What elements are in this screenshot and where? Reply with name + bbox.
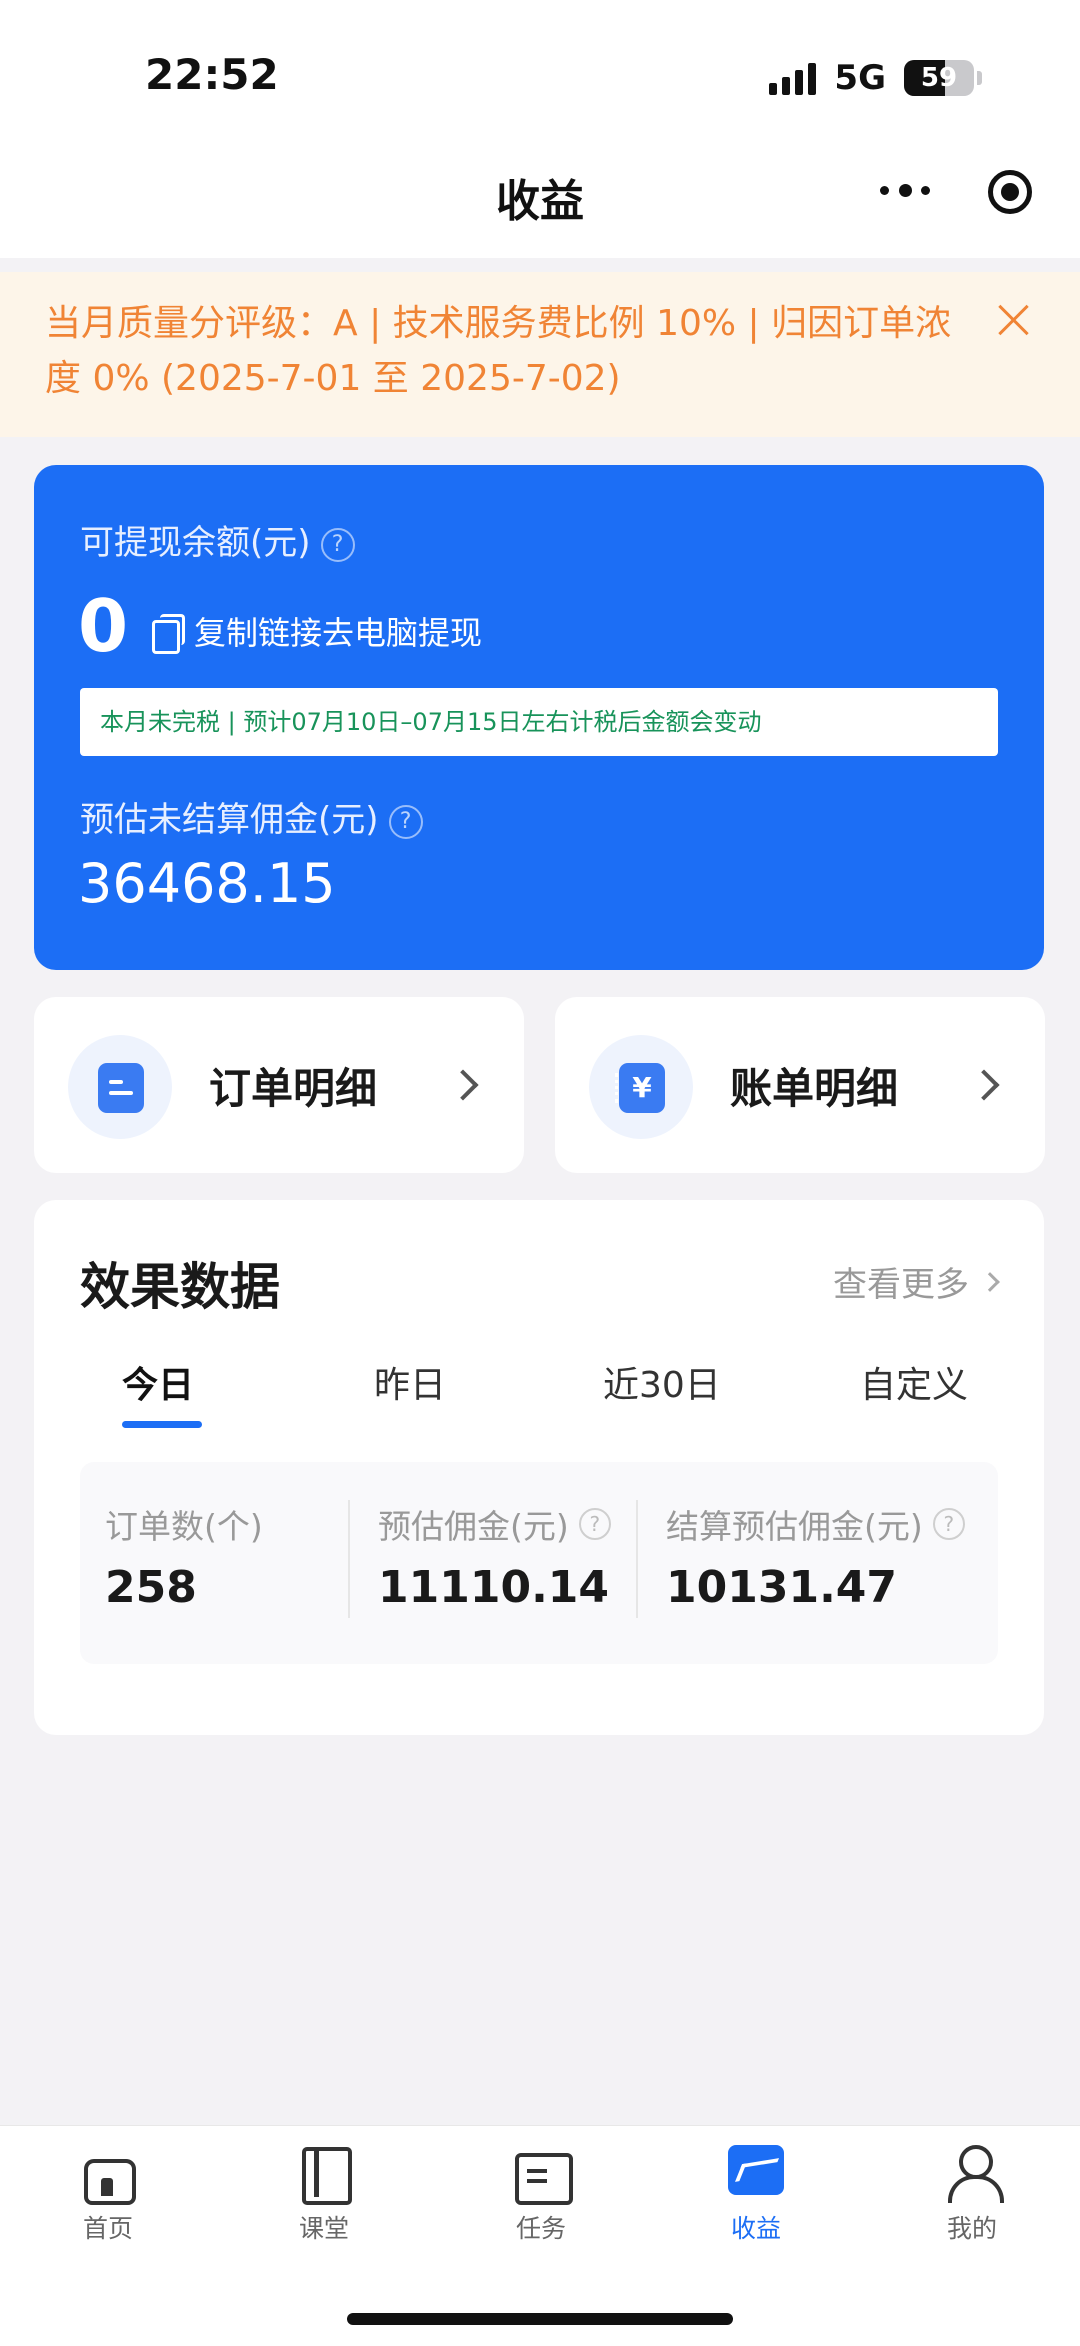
active-tab-indicator — [122, 1421, 202, 1428]
tabbar-item-earnings[interactable]: 收益 — [696, 2145, 816, 2245]
tab-yesterday[interactable]: 昨日 — [374, 1356, 446, 1408]
stat-orders-label: 订单数(个) — [105, 1500, 263, 1548]
order-details-card[interactable]: 订单明细 — [34, 997, 524, 1173]
tabbar-item-profile[interactable]: 我的 — [912, 2145, 1032, 2245]
copy-link-text: 复制链接去电脑提现 — [194, 614, 483, 652]
stat-settled-commission-label-text: 结算预估佣金(元) — [666, 1507, 923, 1546]
withdrawable-label-text: 可提现余额(元) — [80, 523, 311, 563]
order-list-icon — [98, 1063, 144, 1113]
stat-est-commission-label: 预估佣金(元)? — [378, 1500, 611, 1548]
tabbar-item-tasks[interactable]: 任务 — [481, 2145, 601, 2245]
chevron-right-icon — [980, 1271, 1000, 1292]
notice-text: 当月质量分评级：A | 技术服务费比例 10% | 归因订单浓度 0% (202… — [45, 303, 952, 399]
tabbar-label: 课堂 — [298, 2214, 349, 2243]
stat-divider — [636, 1500, 638, 1618]
see-more-text: 查看更多 — [833, 1265, 969, 1305]
copy-icon — [152, 614, 185, 654]
stat-est-commission-label-text: 预估佣金(元) — [378, 1507, 569, 1546]
tabbar-label: 任务 — [515, 2214, 566, 2243]
help-icon[interactable]: ? — [932, 1508, 965, 1540]
status-time: 22:52 — [145, 50, 279, 99]
withdrawable-value: 0 — [78, 584, 129, 668]
task-icon — [513, 2145, 573, 2205]
target-icon[interactable] — [988, 170, 1032, 214]
stat-orders-value: 258 — [105, 1562, 197, 1613]
copy-link-button[interactable]: 复制链接去电脑提现 — [152, 608, 482, 654]
tabbar-label: 收益 — [730, 2214, 781, 2243]
estimated-commission-label: 预估未结算佣金(元)? — [80, 792, 423, 841]
home-icon — [80, 2145, 136, 2205]
stat-est-commission-value: 11110.14 — [378, 1562, 610, 1613]
help-icon[interactable]: ? — [388, 804, 423, 839]
tabbar-item-home[interactable]: 首页 — [48, 2145, 168, 2245]
stat-settled-commission-value: 10131.47 — [666, 1562, 898, 1613]
stat-divider — [348, 1500, 350, 1618]
close-icon[interactable] — [993, 300, 1033, 340]
earnings-icon — [728, 2145, 784, 2199]
see-more-link[interactable]: 查看更多 — [833, 1257, 1000, 1306]
order-details-label: 订单明细 — [209, 1064, 378, 1113]
tab-last-30-days[interactable]: 近30日 — [603, 1356, 721, 1408]
signal-icon — [769, 61, 817, 95]
tax-note: 本月未完税 | 预计07月10日–07月15日左右计税后金额会变动 — [80, 688, 998, 756]
help-icon[interactable]: ? — [320, 527, 355, 562]
more-dots-icon[interactable] — [880, 180, 930, 200]
withdrawable-label: 可提现余额(元)? — [80, 515, 355, 564]
tab-custom[interactable]: 自定义 — [860, 1356, 968, 1408]
bill-icon: ¥ — [615, 1063, 665, 1113]
bill-details-label: 账单明细 — [730, 1064, 899, 1113]
help-icon[interactable]: ? — [578, 1508, 611, 1540]
effect-data-title: 效果数据 — [80, 1258, 280, 1316]
network-type: 5G — [834, 58, 886, 98]
battery-icon: 59 — [904, 60, 974, 96]
status-indicators: 5G 59 — [769, 58, 982, 98]
bill-details-card[interactable]: ¥ 账单明细 — [555, 997, 1045, 1173]
tabbar-label: 我的 — [946, 2214, 997, 2243]
stat-settled-commission-label: 结算预估佣金(元)? — [666, 1500, 965, 1548]
estimated-commission-value: 36468.15 — [78, 852, 336, 915]
user-icon — [944, 2145, 1004, 2203]
tabbar-label: 首页 — [82, 2214, 133, 2243]
chevron-right-icon — [968, 1069, 1000, 1101]
tab-today[interactable]: 今日 — [122, 1356, 194, 1408]
battery-level: 59 — [920, 63, 958, 93]
stat-orders-label-text: 订单数(个) — [105, 1507, 263, 1546]
estimated-label-text: 预估未结算佣金(元) — [80, 800, 379, 840]
battery-cap — [977, 71, 982, 85]
chevron-right-icon — [447, 1069, 479, 1101]
tabbar-item-classroom[interactable]: 课堂 — [264, 2145, 384, 2245]
home-indicator[interactable] — [347, 2313, 733, 2325]
book-icon — [296, 2145, 352, 2205]
